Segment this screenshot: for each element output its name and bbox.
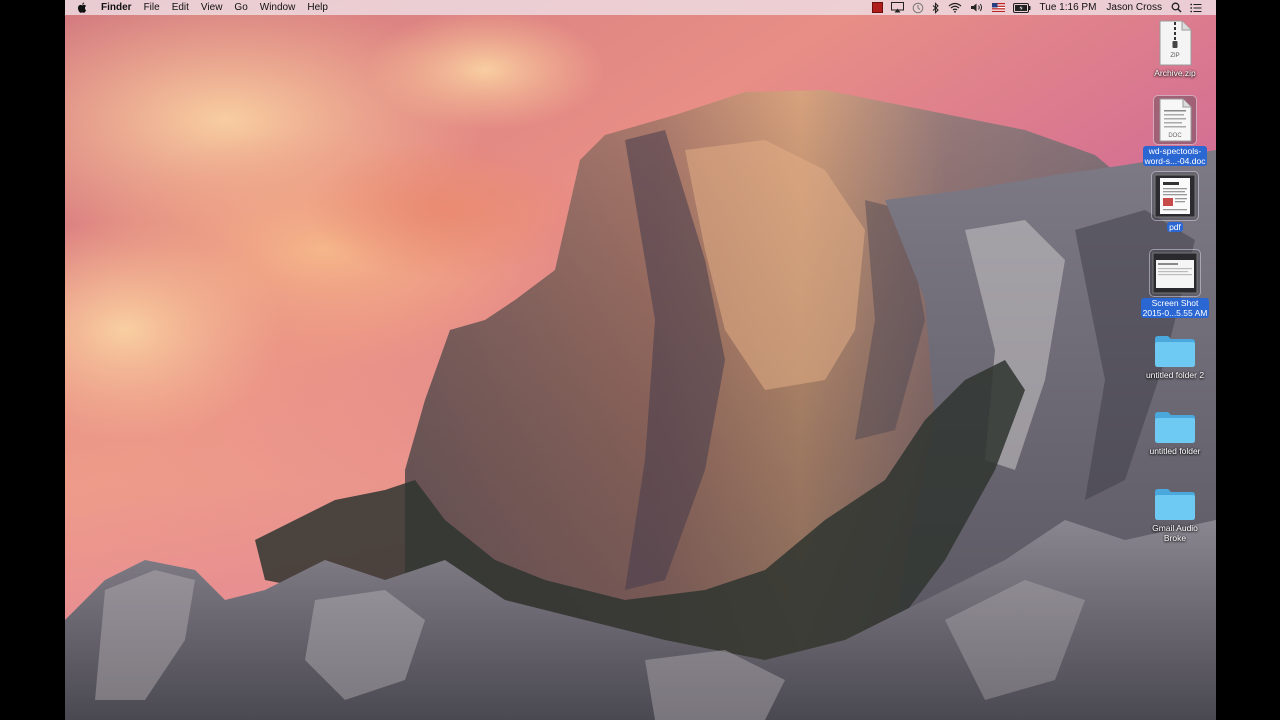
desktop-item-label: wd-spectools- word-s...-04.doc (1142, 146, 1208, 166)
desktop-item-label: untitled folder (1149, 446, 1201, 456)
pdf-thumbnail-icon (1151, 171, 1199, 221)
folder-icon (1153, 487, 1197, 521)
screenshot-thumbnail-icon (1149, 249, 1201, 297)
flag-icon[interactable] (991, 0, 1005, 15)
app-menu-finder[interactable]: Finder (95, 0, 138, 15)
wifi-icon[interactable] (948, 0, 962, 15)
folder-icon (1153, 334, 1197, 368)
menu-window[interactable]: Window (254, 0, 302, 15)
desktop-item-pdf[interactable]: pdf (1135, 171, 1215, 232)
desktop-item-untitled-folder-2[interactable]: untitled folder 2 (1135, 334, 1215, 380)
airplay-icon[interactable] (890, 0, 904, 15)
apple-menu-icon[interactable] (65, 2, 95, 13)
menu-file[interactable]: File (138, 0, 166, 15)
volume-icon[interactable] (970, 0, 984, 15)
desktop-item-untitled-folder[interactable]: untitled folder (1135, 410, 1215, 456)
desktop-item-label: Gmail Audio Broke (1152, 523, 1198, 543)
desktop-item-label: untitled folder 2 (1145, 370, 1205, 380)
desktop-wallpaper (65, 0, 1216, 720)
menu-view[interactable]: View (195, 0, 229, 15)
desktop-item-label: pdf (1167, 222, 1183, 232)
desktop-item-archive-zip[interactable]: ZIP Archive.zip (1135, 20, 1215, 78)
desktop-item-label: Screen Shot 2015-0...5.55 AM (1140, 298, 1210, 318)
spotlight-icon[interactable] (1171, 0, 1182, 15)
menubar-user[interactable]: Jason Cross (1101, 2, 1167, 13)
zip-file-icon (1157, 20, 1193, 66)
desktop-item-label: Archive.zip (1154, 68, 1196, 78)
menubar-clock[interactable]: Tue 1:16 PM (1035, 2, 1102, 13)
desktop-item-doc[interactable]: DOC wd-spectools- word-s...-04.doc (1135, 95, 1215, 166)
time-machine-icon[interactable] (912, 0, 924, 15)
word-document-icon: DOC (1153, 95, 1197, 145)
svg-text:DOC: DOC (1168, 133, 1182, 139)
menu-go[interactable]: Go (228, 0, 253, 15)
menu-edit[interactable]: Edit (166, 0, 195, 15)
folder-icon (1153, 410, 1197, 444)
notification-center-icon[interactable] (1190, 0, 1202, 15)
desktop-item-screenshot[interactable]: Screen Shot 2015-0...5.55 AM (1135, 249, 1215, 318)
record-icon[interactable] (871, 0, 883, 15)
battery-icon[interactable] (1012, 0, 1031, 15)
bluetooth-icon[interactable] (932, 0, 940, 15)
desktop-screen: Finder File Edit View Go Window Help Tue… (65, 0, 1216, 720)
menu-help[interactable]: Help (301, 0, 334, 15)
zip-badge: ZIP (1170, 53, 1180, 59)
menu-bar: Finder File Edit View Go Window Help Tue… (65, 0, 1216, 15)
desktop-item-gmail-audio-broke[interactable]: Gmail Audio Broke (1135, 487, 1215, 543)
